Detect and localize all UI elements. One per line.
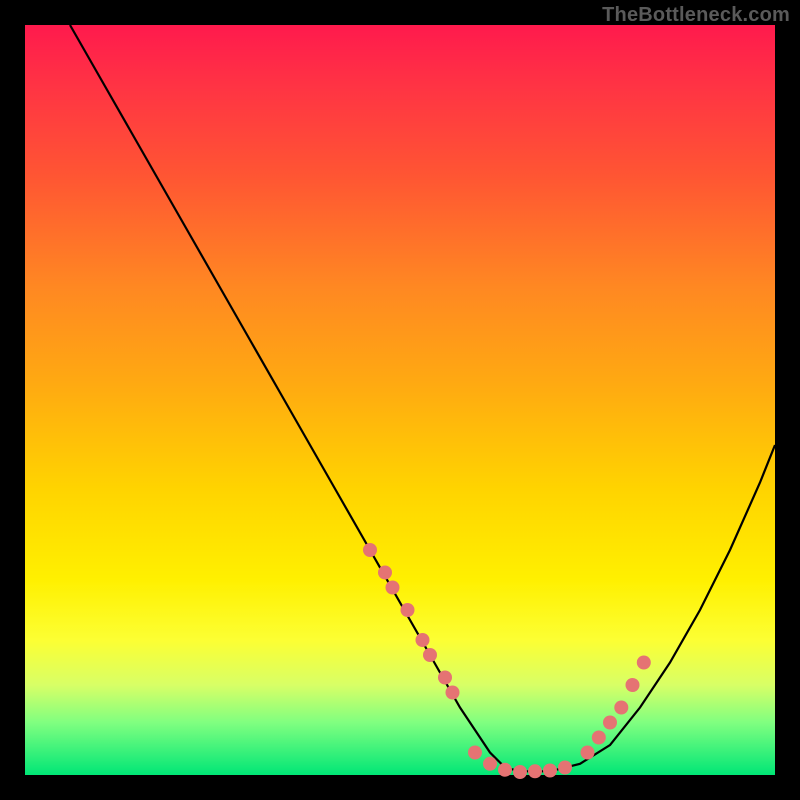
- data-marker: [528, 764, 542, 778]
- data-marker: [581, 746, 595, 760]
- data-marker: [423, 648, 437, 662]
- data-marker: [468, 746, 482, 760]
- chart-svg: [25, 25, 775, 775]
- data-marker: [483, 757, 497, 771]
- data-marker: [438, 671, 452, 685]
- data-marker: [603, 716, 617, 730]
- data-marker: [637, 656, 651, 670]
- data-marker: [513, 765, 527, 779]
- data-marker: [378, 566, 392, 580]
- data-marker: [401, 603, 415, 617]
- chart-frame: TheBottleneck.com: [0, 0, 800, 800]
- data-marker: [614, 701, 628, 715]
- data-marker: [386, 581, 400, 595]
- data-marker: [543, 764, 557, 778]
- data-marker: [363, 543, 377, 557]
- data-marker: [416, 633, 430, 647]
- bottleneck-curve: [70, 25, 775, 771]
- chart-plot-area: [25, 25, 775, 775]
- data-markers: [363, 543, 651, 779]
- data-marker: [626, 678, 640, 692]
- watermark-text: TheBottleneck.com: [602, 4, 790, 27]
- data-marker: [446, 686, 460, 700]
- data-marker: [558, 761, 572, 775]
- data-marker: [498, 763, 512, 777]
- data-marker: [592, 731, 606, 745]
